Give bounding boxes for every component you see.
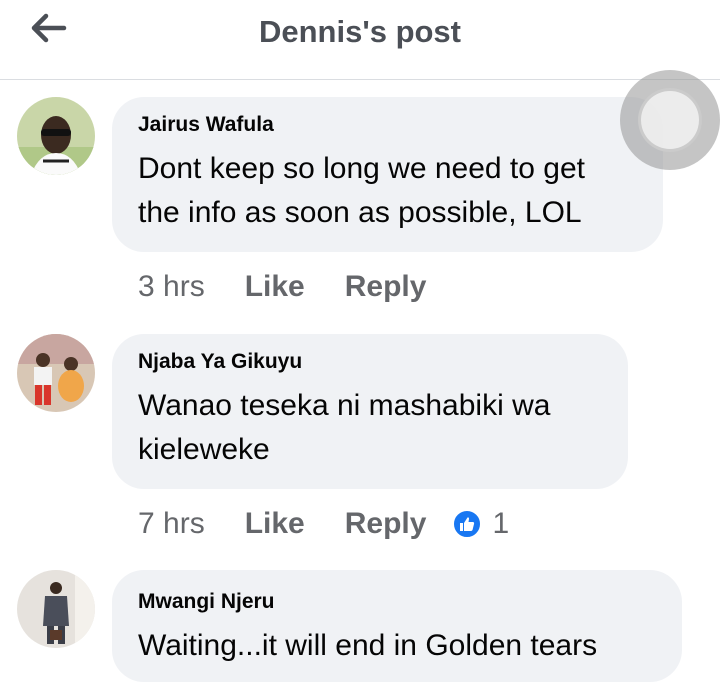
like-button[interactable]: Like [245, 270, 305, 304]
comment-text-line: Wanao teseka ni mashabiki wa [138, 389, 551, 422]
comment-text-line: Dont keep so long we need to get [138, 152, 585, 185]
comment-text: Dont keep so long we need to get the inf… [138, 147, 637, 235]
reaction-count: 1 [492, 507, 510, 540]
comment-text-line: the info as soon as possible, LOL [138, 196, 582, 229]
touch-indicator-center [638, 88, 702, 152]
comment-bubble[interactable]: Jairus Wafula Dont keep so long we need … [112, 97, 663, 252]
avatar[interactable] [17, 570, 95, 648]
comment-timestamp: 7 hrs [138, 507, 205, 540]
comment-text-line: kieleweke [138, 433, 270, 466]
reaction-summary[interactable]: 1 [452, 507, 509, 541]
comment-bubble[interactable]: Njaba Ya Gikuyu Wanao teseka ni mashabik… [112, 334, 628, 489]
avatar[interactable] [17, 97, 95, 175]
header-bar: Dennis's post [0, 0, 720, 80]
comment-bubble[interactable]: Mwangi Njeru Waiting...it will end in Go… [112, 570, 682, 682]
like-button[interactable]: Like [245, 507, 305, 541]
comment-meta: 3 hrs Like Reply [138, 267, 466, 307]
comment-author[interactable]: Jairus Wafula [138, 113, 637, 137]
comment-text-line: Waiting...it will end in Golden tears [138, 629, 598, 662]
comment-text: Wanao teseka ni mashabiki wa kieleweke [138, 384, 602, 472]
thumbs-up-icon [452, 509, 483, 539]
comment-timestamp: 3 hrs [138, 270, 205, 303]
comment-author[interactable]: Mwangi Njeru [138, 590, 656, 614]
comment-text: Waiting...it will end in Golden tears [138, 624, 656, 668]
avatar[interactable] [17, 334, 95, 412]
reply-button[interactable]: Reply [345, 507, 427, 541]
page-title: Dennis's post [258, 14, 461, 49]
touch-indicator [620, 70, 720, 170]
reply-button[interactable]: Reply [345, 270, 427, 304]
comment-meta: 7 hrs Like Reply 1 [138, 504, 509, 544]
comment-author[interactable]: Njaba Ya Gikuyu [138, 350, 602, 374]
